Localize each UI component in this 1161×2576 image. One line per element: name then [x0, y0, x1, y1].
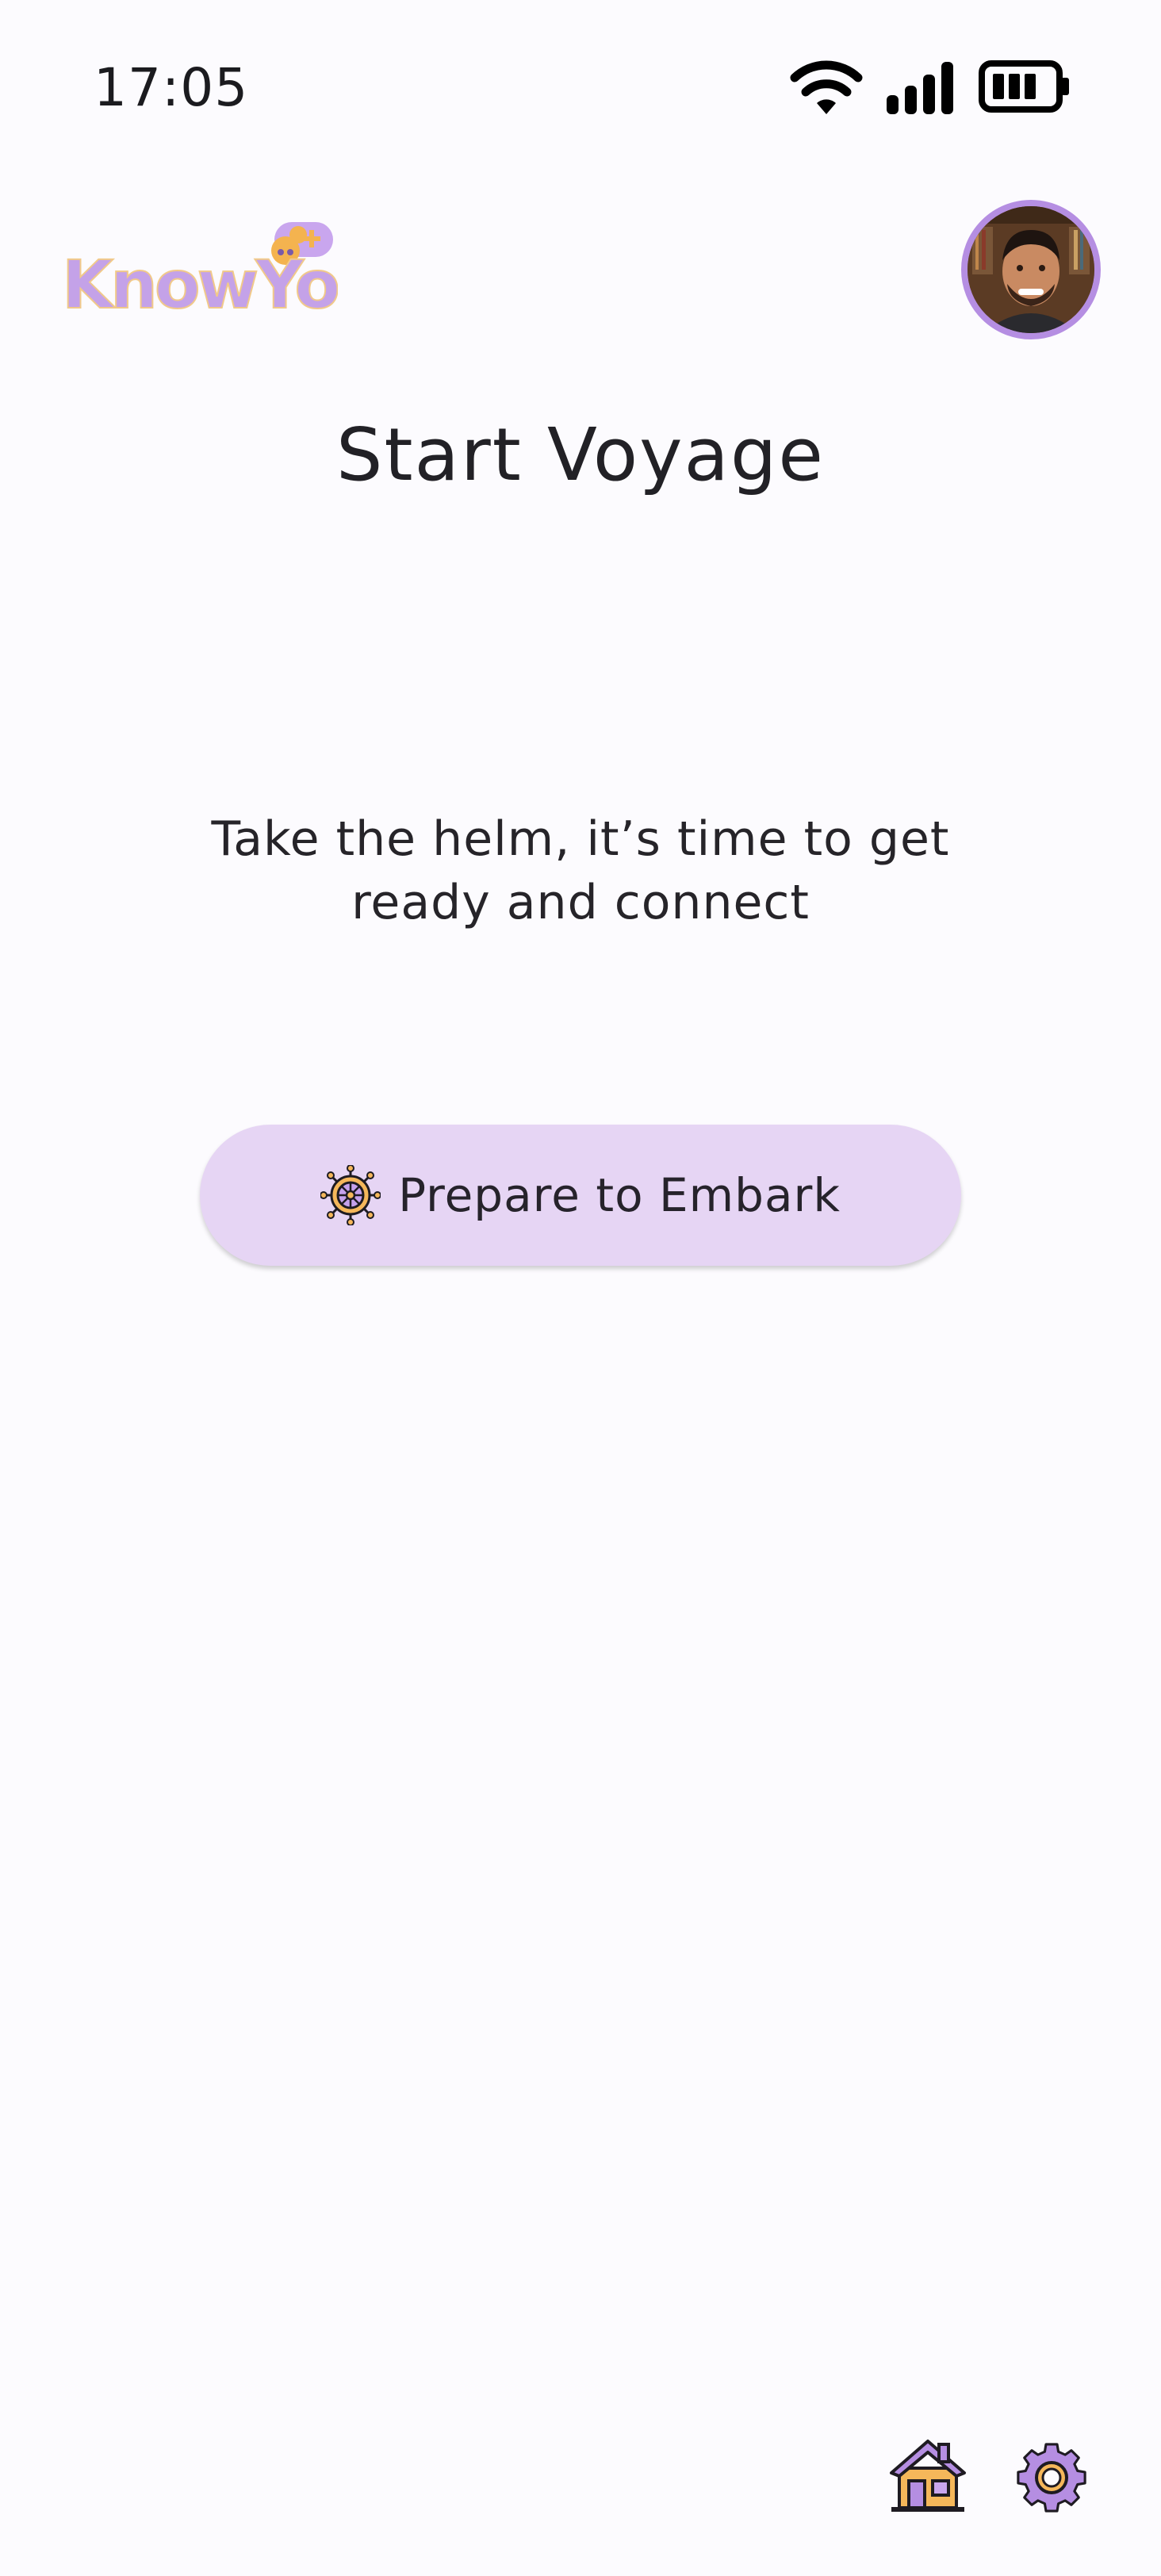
home-button[interactable] [888, 2427, 968, 2514]
app-screen: 17:05 KnowYo Start Voyage Take the helm,… [0, 0, 1161, 2576]
subtitle-line-2: ready and connect [351, 875, 810, 930]
home-icon [890, 2440, 966, 2512]
battery-icon [979, 60, 1069, 113]
settings-button[interactable] [1012, 2427, 1091, 2514]
knowyou-logo: KnowYou [60, 219, 385, 324]
prepare-to-embark-label: Prepare to Embark [398, 1168, 841, 1222]
subtitle: Take the helm, it’s time to get ready an… [184, 807, 977, 934]
settings-icon [1017, 2443, 1086, 2513]
bottom-nav [888, 2427, 1091, 2514]
logo-text: KnowYou [62, 246, 338, 322]
subtitle-line-1: Take the helm, it’s time to get [211, 811, 950, 867]
wifi-icon [790, 60, 863, 114]
ship-wheel-icon [320, 1165, 381, 1225]
avatar-photo [968, 206, 1094, 333]
signal-icon [887, 62, 953, 114]
page-title: Start Voyage [336, 412, 825, 497]
status-icons [790, 59, 1072, 114]
avatar[interactable] [961, 200, 1101, 339]
status-time: 17:05 [94, 57, 249, 118]
prepare-to-embark-button[interactable]: Prepare to Embark [200, 1125, 961, 1266]
